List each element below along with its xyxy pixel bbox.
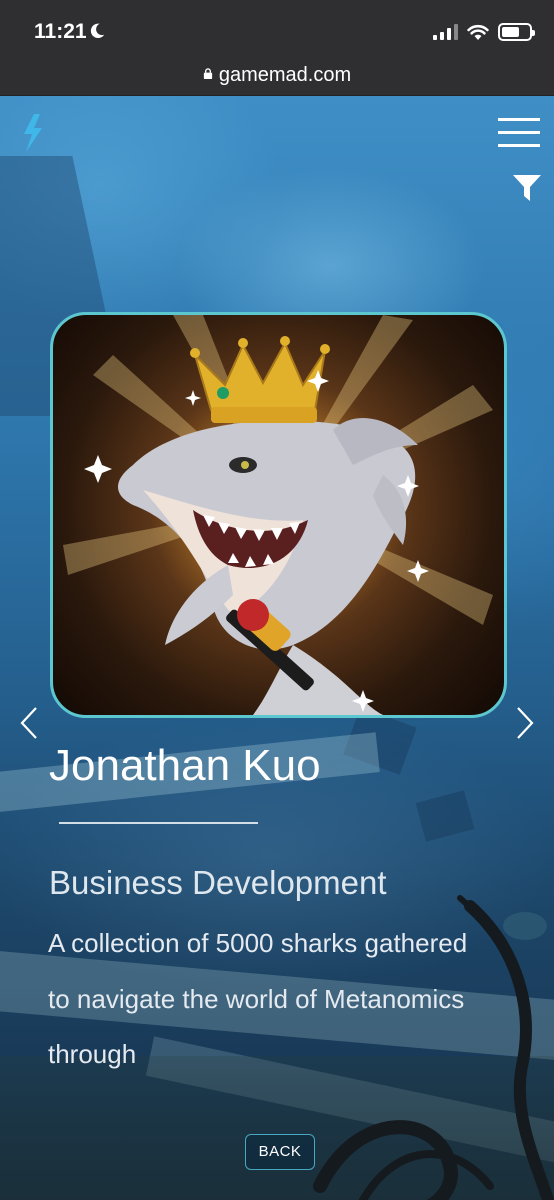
profile-description: A collection of 5000 sharks gathered to …	[48, 928, 468, 1069]
chevron-right-icon[interactable]	[514, 706, 536, 740]
status-icons	[433, 23, 535, 41]
crowned-diamond-shark-illustration	[63, 315, 493, 715]
moon-icon	[90, 23, 105, 39]
back-button[interactable]: BACK	[245, 1134, 315, 1170]
wifi-icon	[467, 24, 489, 40]
hamburger-menu-icon[interactable]	[498, 118, 540, 148]
name-divider	[59, 822, 258, 824]
profile-role: Business Development	[49, 864, 387, 901]
url-text: gamemad.com	[218, 64, 352, 86]
filter-icon[interactable]	[512, 174, 542, 202]
address-bar[interactable]: gamemad.com	[0, 62, 554, 96]
status-bar: 11:21	[0, 0, 554, 62]
lock-icon	[203, 68, 212, 79]
lightning-bolt-icon[interactable]	[22, 114, 44, 152]
battery-icon	[498, 23, 535, 41]
chevron-left-icon[interactable]	[18, 706, 40, 740]
profile-name: Jonathan Kuo	[49, 741, 321, 790]
profile-image-card	[50, 312, 507, 718]
background-rock	[415, 790, 475, 842]
status-time: 11:21	[34, 20, 87, 43]
signal-icon	[433, 24, 458, 40]
page-content: Jonathan Kuo Business Development A coll…	[0, 96, 554, 1200]
